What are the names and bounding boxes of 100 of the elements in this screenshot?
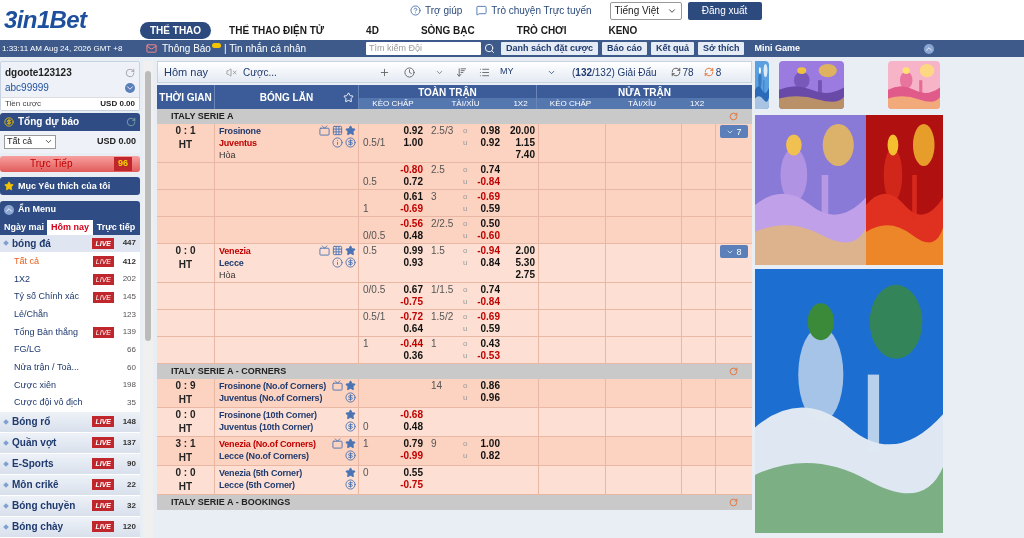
odds-value[interactable]: 5.30 <box>515 257 535 269</box>
refresh-icon[interactable] <box>703 67 714 77</box>
favorites-header[interactable]: Mục Yêu thích của tôi <box>0 177 140 196</box>
info-icon[interactable] <box>332 257 343 268</box>
grid-icon[interactable] <box>332 125 343 136</box>
odds-value[interactable]: -0.56 <box>400 218 423 230</box>
messages-link[interactable]: | Tin nhắn cá nhân <box>223 41 307 56</box>
nav-tab[interactable]: TRÒ CHƠI <box>506 22 577 39</box>
odds-value[interactable]: -0.99 <box>400 450 423 462</box>
list-icon[interactable] <box>479 66 490 78</box>
odds-value[interactable]: 0.84 <box>480 257 500 269</box>
odds-value[interactable]: -0.75 <box>400 479 423 491</box>
odds-value[interactable]: 0.74 <box>480 164 500 176</box>
tv-icon[interactable] <box>319 125 330 136</box>
star-icon[interactable] <box>345 245 356 256</box>
odds-value[interactable]: 2.75 <box>515 269 535 281</box>
odds-value[interactable]: 0.96 <box>480 392 500 404</box>
forecast-header[interactable]: Tổng dự báo <box>0 113 140 131</box>
bar-button[interactable]: Sở thích <box>698 42 745 55</box>
header-link[interactable]: Trợ giúp <box>410 3 463 18</box>
dollar-icon[interactable] <box>345 479 356 490</box>
nav-tab[interactable]: THỂ THAO ĐIỆN TỬ <box>219 22 335 39</box>
logout-button[interactable]: Đăng xuất <box>687 1 762 20</box>
team-name[interactable]: Frosinone <box>219 125 319 137</box>
refresh-icon[interactable] <box>126 116 136 127</box>
tv-icon[interactable] <box>319 245 330 256</box>
team-name[interactable]: Frosinone (10th Corner) <box>219 409 345 421</box>
more-bets-button[interactable]: 7 <box>720 125 748 138</box>
team-name[interactable]: Venezia (5th Corner) <box>219 467 345 479</box>
sidebar-tab[interactable]: Ngày mai <box>1 219 47 235</box>
star-icon[interactable] <box>345 380 356 391</box>
team-name[interactable]: Lecce (5th Corner) <box>219 479 345 491</box>
odds-value[interactable]: 0.43 <box>480 338 500 350</box>
odds-value[interactable]: 0.48 <box>403 421 423 433</box>
dollar-icon[interactable] <box>345 137 356 148</box>
nav-tab[interactable]: 4D <box>356 22 389 39</box>
odds-value[interactable]: 0.61 <box>403 191 423 203</box>
logo[interactable]: 3in1Bet <box>4 8 87 32</box>
sort-icon[interactable] <box>456 66 467 78</box>
odds-value[interactable]: 0.79 <box>403 438 423 450</box>
odds-value[interactable]: 0.92 <box>403 125 423 137</box>
odds-value[interactable]: 2.00 <box>515 245 535 257</box>
odds-value[interactable]: -0.68 <box>400 409 423 421</box>
odds-value[interactable]: -0.72 <box>400 311 423 323</box>
nav-tab[interactable]: THỂ THAO <box>140 22 212 39</box>
odds-value[interactable]: 0.82 <box>480 450 500 462</box>
odds-value[interactable]: 1.00 <box>480 438 500 450</box>
star-icon[interactable] <box>345 125 356 136</box>
odds-value[interactable]: -0.69 <box>400 203 423 215</box>
tv-icon[interactable] <box>332 438 343 449</box>
scrollbar[interactable] <box>143 61 153 538</box>
star-icon[interactable] <box>345 409 356 420</box>
sidebar-tab[interactable]: Trực tiếp <box>93 219 139 235</box>
caret-icon[interactable] <box>125 82 135 93</box>
dollar-icon[interactable] <box>345 257 356 268</box>
team-name[interactable]: Venezia <box>219 245 319 257</box>
dollar-icon[interactable] <box>345 450 356 461</box>
odds-value[interactable]: 0.93 <box>403 257 423 269</box>
filter-select[interactable]: Tất cả <box>4 134 56 149</box>
odds-value[interactable]: 0.72 <box>403 176 423 188</box>
tv-icon[interactable] <box>332 380 343 391</box>
star-icon[interactable] <box>345 467 356 478</box>
odds-value[interactable]: 0.74 <box>480 284 500 296</box>
odds-value[interactable]: 0.59 <box>480 323 500 335</box>
odds-value[interactable]: 0.67 <box>403 284 423 296</box>
menu-header[interactable]: Ẩn Menu <box>0 201 140 219</box>
bets-label[interactable]: Cược... <box>243 64 373 80</box>
odds-value[interactable]: 20.00 <box>509 125 535 137</box>
search-icon[interactable] <box>484 43 496 54</box>
bar-button[interactable]: Danh sách đặt cược <box>501 42 598 55</box>
bar-button[interactable]: Báo cáo <box>602 42 647 55</box>
refresh-icon[interactable] <box>670 67 681 77</box>
sidebar-tab[interactable]: Hôm nay <box>47 219 93 235</box>
odds-value[interactable]: 1.15 <box>515 137 535 149</box>
refresh-icon[interactable] <box>125 67 135 78</box>
league-header[interactable]: ITALY SERIE A - CORNERS <box>157 364 752 379</box>
team-name[interactable]: Juventus (10th Corner) <box>219 421 345 433</box>
team-name[interactable]: Lecce <box>219 257 319 269</box>
odds-value[interactable]: 7.40 <box>515 149 535 161</box>
more-bets-button[interactable]: 8 <box>720 245 748 258</box>
bar-button[interactable]: Kết quả <box>651 42 695 55</box>
odds-value[interactable]: 0.92 <box>480 137 500 149</box>
leagues-count[interactable]: (132/132) Giải Đấu <box>572 64 657 80</box>
nav-tab[interactable]: SÒNG BẠC <box>410 22 485 39</box>
search-field[interactable]: Tìm kiếm Đội <box>366 42 482 55</box>
odds-value[interactable]: -0.69 <box>477 311 500 323</box>
odds-value[interactable]: -0.60 <box>477 230 500 242</box>
team-name[interactable]: Frosinone (No.of Corners) <box>219 380 332 392</box>
odds-value[interactable]: 0.48 <box>403 230 423 242</box>
odds-value[interactable]: 0.36 <box>403 350 423 362</box>
odds-value[interactable]: 0.98 <box>480 125 500 137</box>
odds-value[interactable]: 0.59 <box>480 203 500 215</box>
odds-value[interactable]: -0.80 <box>400 164 423 176</box>
market-item[interactable]: FG/LG 66 <box>0 341 140 359</box>
star-icon[interactable] <box>345 438 356 449</box>
team-name[interactable]: Venezia (No.of Corners) <box>219 438 332 450</box>
odds-value[interactable]: -0.84 <box>477 296 500 308</box>
market-item[interactable]: Cược đội vô địch 35 <box>0 394 140 412</box>
dollar-icon[interactable] <box>345 421 356 432</box>
header-link[interactable]: Trò chuyện Trực tuyến <box>476 3 592 18</box>
